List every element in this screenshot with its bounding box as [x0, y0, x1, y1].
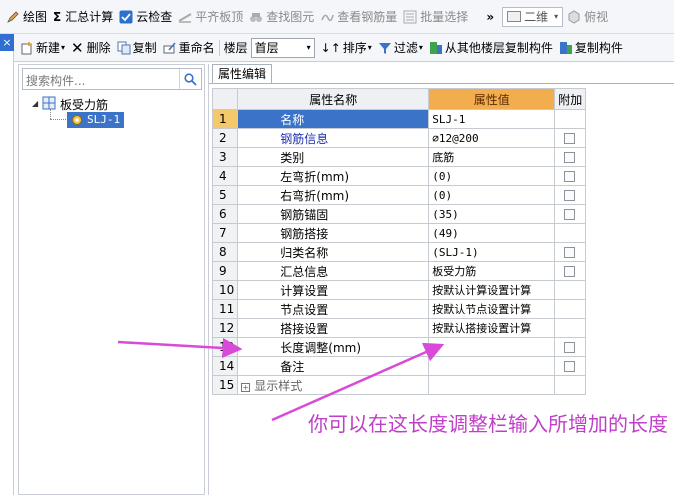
arrow-to-value: [271, 342, 445, 422]
arrow-to-row: [117, 338, 243, 358]
annotation-text: 你可以在这长度调整栏输入所增加的长度: [308, 412, 668, 436]
